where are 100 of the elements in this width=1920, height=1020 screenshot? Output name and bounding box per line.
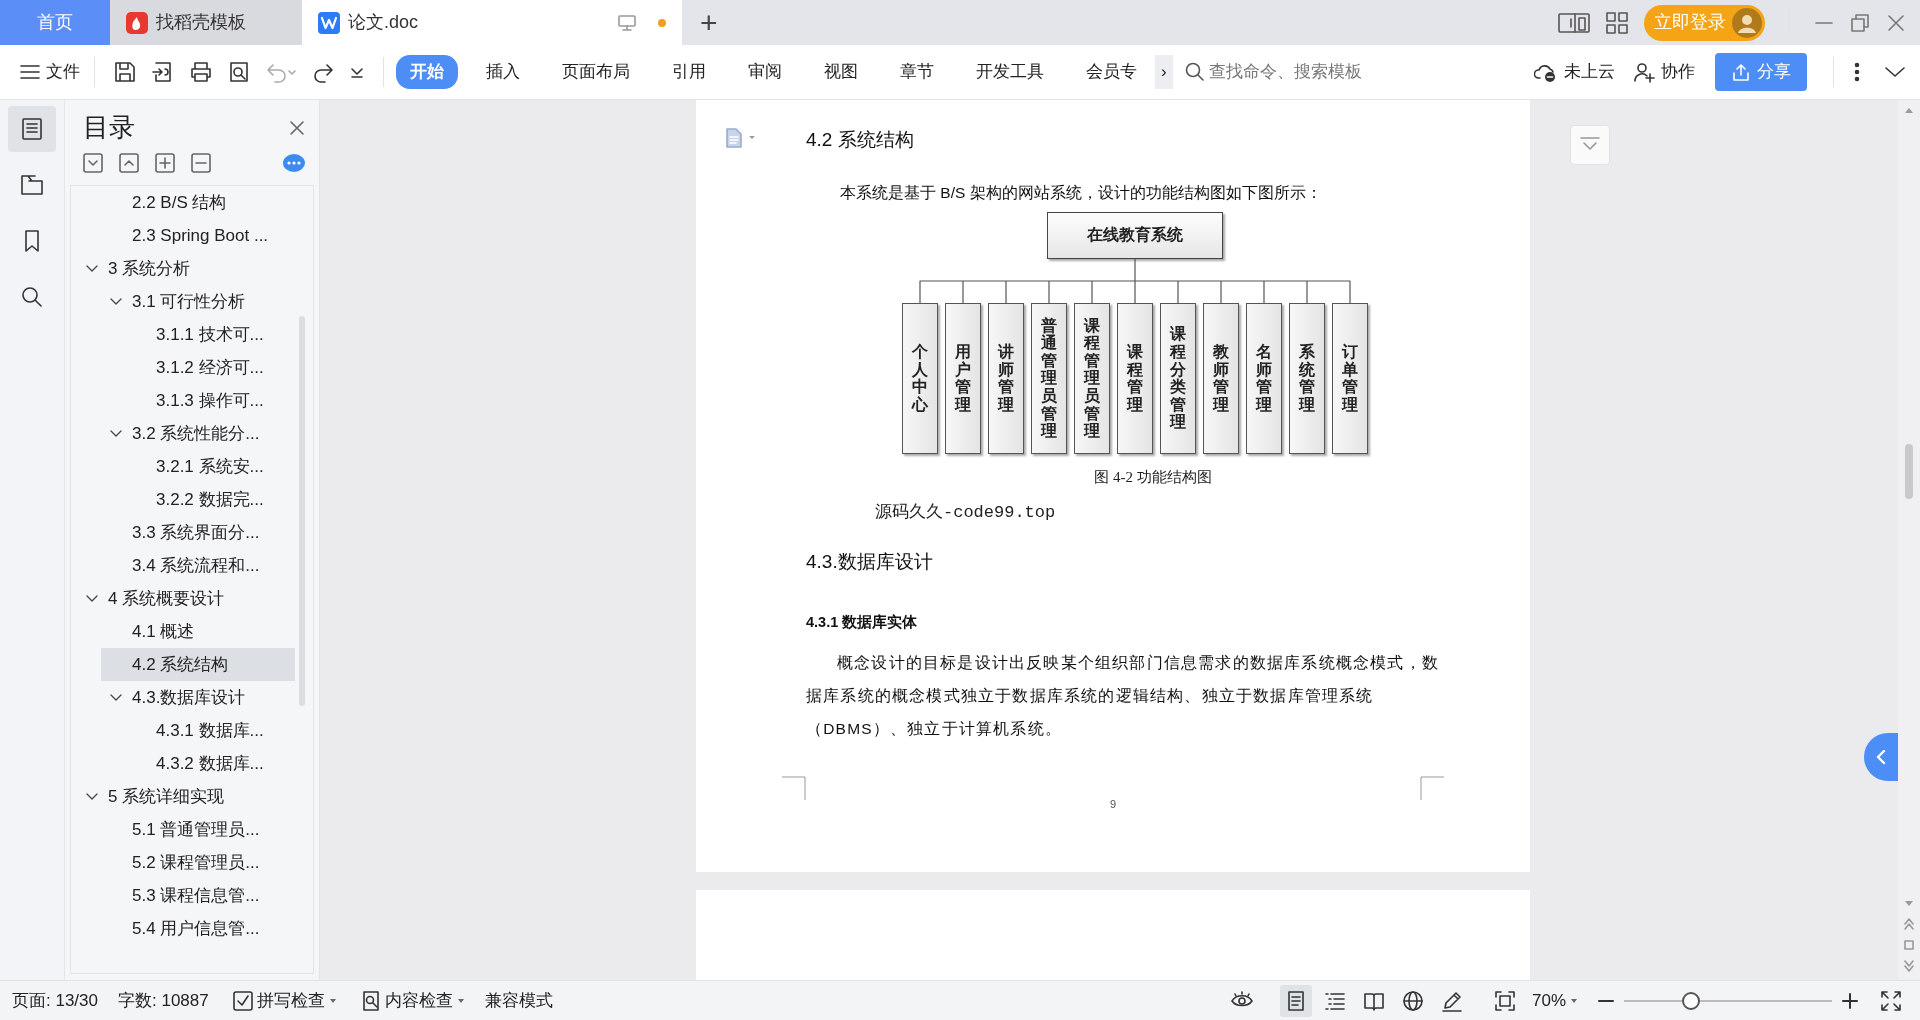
minus-icon[interactable]: [191, 153, 211, 173]
panel-title: 目录: [83, 111, 135, 144]
scrollbar-thumb[interactable]: [299, 316, 305, 706]
diagram-node: 课程分类管理: [1160, 302, 1196, 454]
outline-item[interactable]: 3.1.3 操作可...: [125, 384, 295, 417]
outline-item[interactable]: 4.3.数据库设计: [101, 681, 295, 714]
crop-mark: [782, 775, 806, 800]
file-menu-button[interactable]: 文件: [14, 55, 86, 89]
chevron-icon: [110, 693, 122, 702]
outline-item[interactable]: 2.3 Spring Boot ...: [101, 219, 295, 252]
check-box-icon: [232, 990, 253, 1011]
chevron-icon: [86, 792, 98, 801]
ribbon-tab[interactable]: 会员专: [1072, 55, 1151, 89]
new-tab-button[interactable]: +: [682, 0, 736, 45]
note-text: 源码久久-code99.top: [875, 502, 1057, 525]
layout-icon: [1558, 11, 1590, 34]
scroll-right-button[interactable]: ›: [1155, 55, 1173, 89]
collaborate-button[interactable]: 协作: [1627, 55, 1701, 89]
content-check-button[interactable]: 内容检查: [356, 985, 469, 1016]
outline-item[interactable]: 2.2 B/S 结构: [101, 186, 295, 219]
search-field[interactable]: 查找命令、搜索模板: [1208, 59, 1389, 85]
outline-item[interactable]: 4 系统概要设计: [77, 582, 295, 615]
document-search-icon: [360, 990, 381, 1011]
chevron-icon: [110, 429, 122, 438]
outline-item[interactable]: 3.2 系统性能分...: [101, 417, 295, 450]
page-number: 9: [1109, 796, 1117, 812]
diagram-node: 课程管理员管理: [1074, 302, 1110, 454]
outline-item[interactable]: 5 系统详细实现: [77, 780, 295, 813]
ribbon-tab[interactable]: 视图: [810, 55, 872, 89]
crop-mark: [1420, 775, 1444, 800]
expand-side-button[interactable]: [1864, 733, 1898, 781]
share-icon: [1731, 62, 1751, 82]
zoom-level-button[interactable]: 70%: [1527, 985, 1582, 1016]
more-options-icon[interactable]: [1854, 62, 1860, 82]
zoom-in-icon[interactable]: [1842, 992, 1858, 1009]
outline-item[interactable]: 3.3 系统界面分...: [101, 516, 295, 549]
word-count: 字数: 10887: [118, 989, 209, 1012]
ribbon-tab[interactable]: 开发工具: [962, 55, 1058, 89]
outline-item[interactable]: 4.3.1 数据库...: [125, 714, 295, 747]
diagram-node: 名师管理: [1246, 302, 1282, 454]
tab[interactable]: 论文.doc: [302, 0, 682, 45]
outline-item[interactable]: 4.3.2 数据库...: [125, 747, 295, 780]
chevron-down-icon[interactable]: [1884, 65, 1906, 79]
outline-item[interactable]: 3.1 可行性分析: [101, 285, 295, 318]
outline-item[interactable]: 5.4 用户信息管...: [101, 912, 295, 945]
chevron-left-icon: [1876, 749, 1886, 765]
outline-item[interactable]: 3.2.2 数据完...: [125, 483, 295, 516]
tab[interactable]: 找稻壳模板: [110, 0, 302, 45]
ribbon-tab[interactable]: 插入: [472, 55, 534, 89]
outline-item[interactable]: 3 系统分析: [77, 252, 295, 285]
outline-item[interactable]: 4.1 概述: [101, 615, 295, 648]
save-icon[interactable]: [113, 60, 137, 84]
diagram-node: 个人中心: [902, 302, 938, 454]
outline-item[interactable]: 5.1 普通管理员...: [101, 813, 295, 846]
paragraph: 本系统是基于 B/S 架构的网站系统，设计的功能结构图如下图所示：: [840, 182, 1323, 203]
fit-page-icon[interactable]: [1493, 989, 1516, 1012]
outline-item[interactable]: 5.3 课程信息管...: [101, 879, 295, 912]
cloud-status-button[interactable]: 未上云: [1528, 55, 1621, 89]
outline-item[interactable]: 3.2.1 系统安...: [125, 450, 295, 483]
outline-icon: [19, 116, 45, 142]
outline-item[interactable]: 5.2 课程管理员...: [101, 846, 295, 879]
add-person-icon: [1633, 61, 1655, 83]
ribbon-tab[interactable]: 审阅: [734, 55, 796, 89]
assistant-icon[interactable]: [283, 154, 305, 172]
monitor-icon: [618, 14, 636, 31]
sidebar-tab[interactable]: [8, 106, 56, 152]
spell-check-button[interactable]: 拼写检查: [228, 985, 341, 1016]
view-mode-button[interactable]: [1279, 984, 1312, 1017]
pen-icon: [1440, 989, 1463, 1012]
ribbon-tab[interactable]: 页面布局: [548, 55, 644, 89]
diagram-node: 教师管理: [1203, 302, 1239, 454]
paragraph: 概念设计的目标是设计出反映某个组织部门信息需求的数据库系统概念模式，数据库系统的概念模式独立于数据库系统的逻辑结构、独立于数据库管理系统（DBMS）、独立于计算机系统。: [806, 653, 1440, 739]
plus-icon[interactable]: [155, 153, 175, 173]
fullscreen-icon[interactable]: [1880, 989, 1902, 1012]
flame-logo-icon: [126, 11, 148, 34]
chevron-icon: [86, 594, 98, 603]
ribbon-tab[interactable]: 引用: [658, 55, 720, 89]
writer-logo-icon: [318, 11, 340, 34]
outline-item[interactable]: 3.4 系统流程和...: [101, 549, 295, 582]
diagram-node: 系统管理: [1289, 302, 1325, 454]
diagram-node: 订单管理: [1332, 302, 1368, 454]
figure-caption: 图 4-2 功能结构图: [1093, 467, 1213, 487]
close-icon[interactable]: [289, 119, 305, 136]
print-icon[interactable]: [189, 60, 213, 84]
zoom-slider-thumb[interactable]: [1681, 991, 1700, 1010]
diagram-node: 用户管理: [945, 302, 981, 454]
close-icon[interactable]: [1886, 12, 1906, 33]
menu-icon: [20, 64, 40, 80]
outline-item[interactable]: 4.2 系统结构: [101, 648, 295, 681]
collapse-icon[interactable]: [83, 153, 103, 173]
diagram-node: 课程管理: [1117, 302, 1153, 454]
outline-item[interactable]: 3.1.1 技术可...: [125, 318, 295, 351]
ribbon-tab[interactable]: 章节: [886, 55, 948, 89]
scrollbar-thumb[interactable]: [1905, 444, 1913, 499]
print-preview-icon[interactable]: [227, 60, 251, 84]
section-heading: 4.3.数据库设计: [806, 549, 934, 574]
expand-icon[interactable]: [119, 153, 139, 173]
restore-icon[interactable]: [1850, 12, 1870, 33]
compatibility-mode: 兼容模式: [484, 989, 553, 1012]
outline-item[interactable]: 3.1.2 经济可...: [125, 351, 295, 384]
